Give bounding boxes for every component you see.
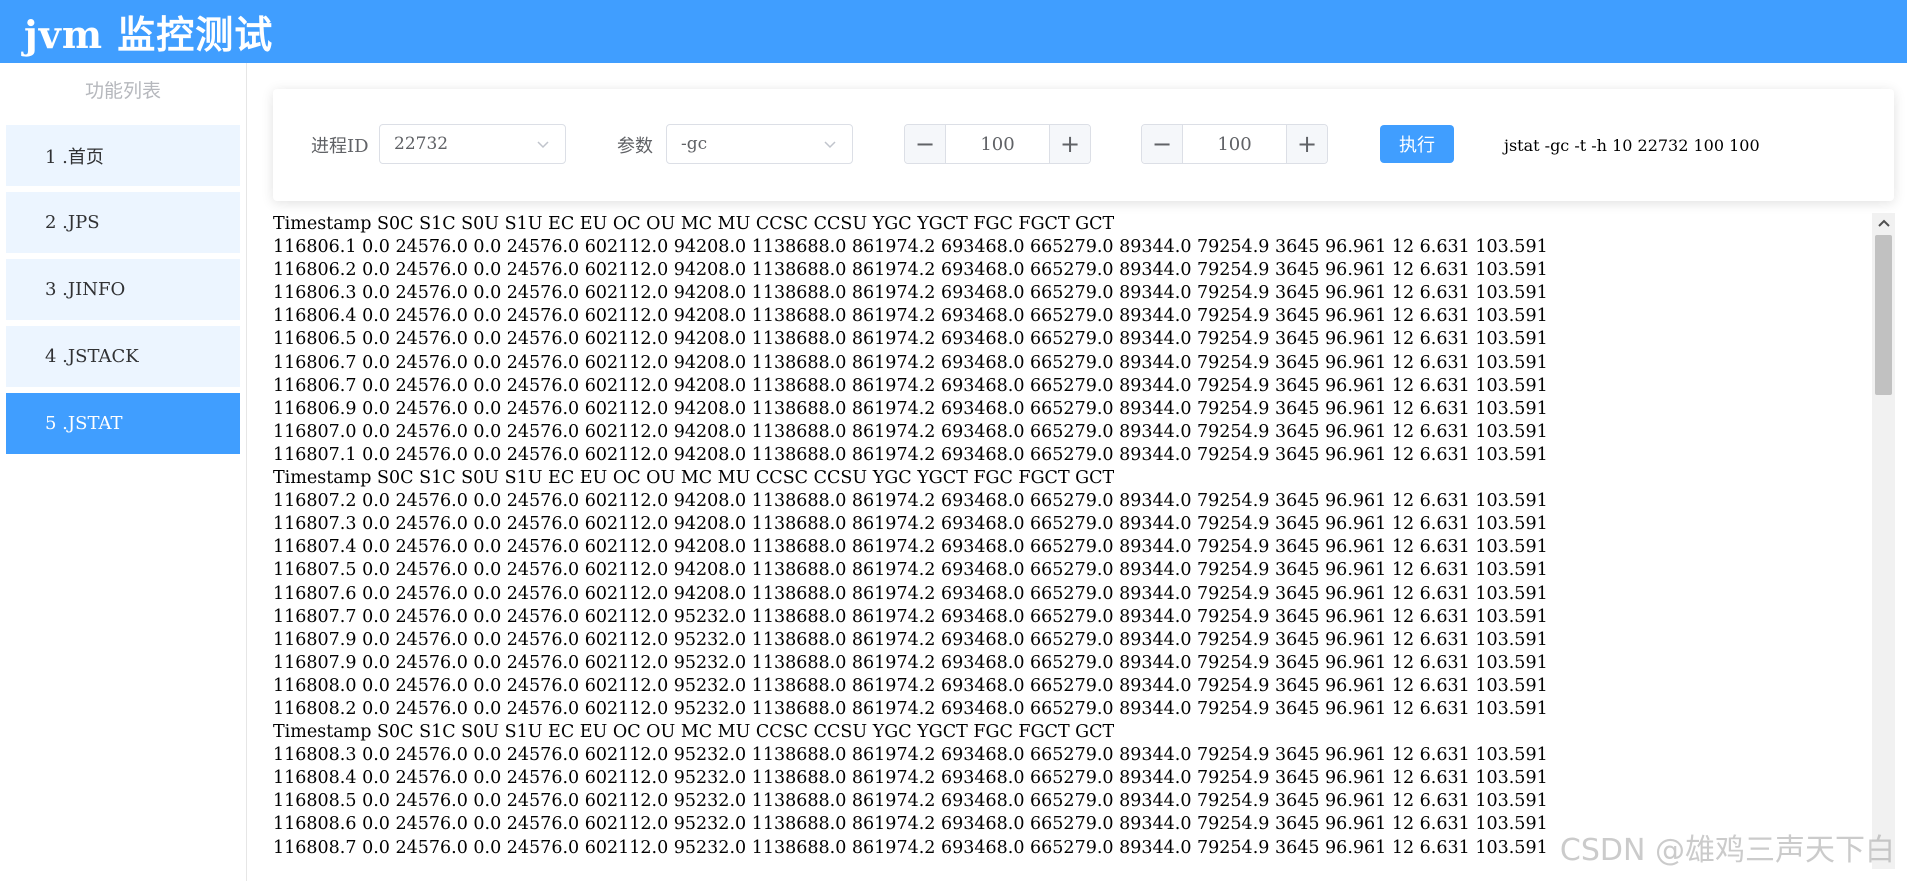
sidebar-item-label: 3 .JINFO xyxy=(45,279,126,300)
scrollbar-thumb[interactable] xyxy=(1875,235,1892,395)
sidebar-item-jstat[interactable]: 5 .JSTAT xyxy=(6,393,240,454)
output-line: 116807.3 0.0 24576.0 0.0 24576.0 602112.… xyxy=(273,514,1548,535)
output-line: 116806.9 0.0 24576.0 0.0 24576.0 602112.… xyxy=(273,398,1548,419)
chevron-down-icon xyxy=(537,141,549,149)
output-text: Timestamp S0C S1C S0U S1U EC EU OC OU MC… xyxy=(273,213,1895,860)
output-line: 116807.7 0.0 24576.0 0.0 24576.0 602112.… xyxy=(273,606,1548,627)
output-area[interactable]: Timestamp S0C S1C S0U S1U EC EU OC OU MC… xyxy=(273,213,1895,869)
count-increment-button[interactable]: + xyxy=(1286,125,1327,163)
output-line: 116807.9 0.0 24576.0 0.0 24576.0 602112.… xyxy=(273,652,1548,673)
output-line: 116807.4 0.0 24576.0 0.0 24576.0 602112.… xyxy=(273,537,1548,558)
interval-decrement-button[interactable]: − xyxy=(905,125,946,163)
arrow-up-icon[interactable] xyxy=(1872,213,1895,233)
output-line: 116807.0 0.0 24576.0 0.0 24576.0 602112.… xyxy=(273,421,1548,442)
sidebar-item-jinfo[interactable]: 3 .JINFO xyxy=(6,259,240,320)
output-line: 116807.1 0.0 24576.0 0.0 24576.0 602112.… xyxy=(273,444,1548,465)
execute-button[interactable]: 执行 xyxy=(1380,125,1454,163)
pid-select[interactable]: 22732 xyxy=(379,124,566,164)
output-line: 116807.6 0.0 24576.0 0.0 24576.0 602112.… xyxy=(273,583,1548,604)
output-line: 116806.2 0.0 24576.0 0.0 24576.0 602112.… xyxy=(273,260,1548,281)
output-line: 116808.3 0.0 24576.0 0.0 24576.0 602112.… xyxy=(273,745,1548,766)
command-preview: jstat -gc -t -h 10 22732 100 100 xyxy=(1504,135,1760,155)
output-line: 116808.0 0.0 24576.0 0.0 24576.0 602112.… xyxy=(273,675,1548,696)
watermark: CSDN @雄鸡三声天下白 xyxy=(1559,833,1895,868)
output-line: 116807.2 0.0 24576.0 0.0 24576.0 602112.… xyxy=(273,491,1548,512)
output-line: 116807.9 0.0 24576.0 0.0 24576.0 602112.… xyxy=(273,629,1548,650)
output-line: 116806.7 0.0 24576.0 0.0 24576.0 602112.… xyxy=(273,352,1548,373)
output-header-line: Timestamp S0C S1C S0U S1U EC EU OC OU MC… xyxy=(273,722,1115,743)
interval-stepper: − + xyxy=(904,124,1091,164)
vertical-scrollbar[interactable] xyxy=(1872,213,1895,869)
sidebar-item-label: 1 .首页 xyxy=(45,146,104,168)
count-decrement-button[interactable]: − xyxy=(1142,125,1183,163)
sidebar-title: 功能列表 xyxy=(84,80,161,102)
output-line: 116806.7 0.0 24576.0 0.0 24576.0 602112.… xyxy=(273,375,1548,396)
count-stepper: − + xyxy=(1141,124,1328,164)
sidebar-item-jstack[interactable]: 4 .JSTACK xyxy=(6,326,240,387)
interval-input[interactable] xyxy=(946,125,1049,163)
chevron-down-icon xyxy=(824,141,836,149)
sidebar-item-jps[interactable]: 2 .JPS xyxy=(6,192,240,253)
output-line: 116808.2 0.0 24576.0 0.0 24576.0 602112.… xyxy=(273,698,1548,719)
output-line: 116806.3 0.0 24576.0 0.0 24576.0 602112.… xyxy=(273,283,1548,304)
output-line: 116807.5 0.0 24576.0 0.0 24576.0 602112.… xyxy=(273,560,1548,581)
output-line: 116806.5 0.0 24576.0 0.0 24576.0 602112.… xyxy=(273,329,1548,350)
param-label: 参数 xyxy=(617,136,653,157)
output-header-line: Timestamp S0C S1C S0U S1U EC EU OC OU MC… xyxy=(273,214,1115,234)
sidebar-item-label: 5 .JSTAT xyxy=(45,413,123,434)
interval-increment-button[interactable]: + xyxy=(1049,125,1090,163)
pid-label: 进程ID xyxy=(311,136,369,157)
sidebar-item-label: 4 .JSTACK xyxy=(45,346,139,367)
count-input[interactable] xyxy=(1183,125,1286,163)
output-line: 116808.5 0.0 24576.0 0.0 24576.0 602112.… xyxy=(273,791,1548,812)
control-panel: 进程ID 22732 参数 -gc − + − + 执行 jstat -gc -… xyxy=(273,89,1894,201)
app-title: jvm 监控测试 xyxy=(24,12,274,57)
app-header: jvm 监控测试 xyxy=(0,0,1907,63)
output-line: 116808.4 0.0 24576.0 0.0 24576.0 602112.… xyxy=(273,768,1548,789)
param-select[interactable]: -gc xyxy=(666,124,853,164)
sidebar: 功能列表 1 .首页 2 .JPS 3 .JINFO 4 .JSTACK 5 .… xyxy=(0,63,247,881)
output-line: 116806.4 0.0 24576.0 0.0 24576.0 602112.… xyxy=(273,306,1548,327)
sidebar-item-home[interactable]: 1 .首页 xyxy=(6,125,240,186)
pid-select-value: 22732 xyxy=(394,134,449,154)
param-select-value: -gc xyxy=(681,134,708,154)
output-line: 116806.1 0.0 24576.0 0.0 24576.0 602112.… xyxy=(273,237,1548,258)
output-header-line: Timestamp S0C S1C S0U S1U EC EU OC OU MC… xyxy=(273,468,1115,489)
sidebar-item-label: 2 .JPS xyxy=(45,212,100,233)
